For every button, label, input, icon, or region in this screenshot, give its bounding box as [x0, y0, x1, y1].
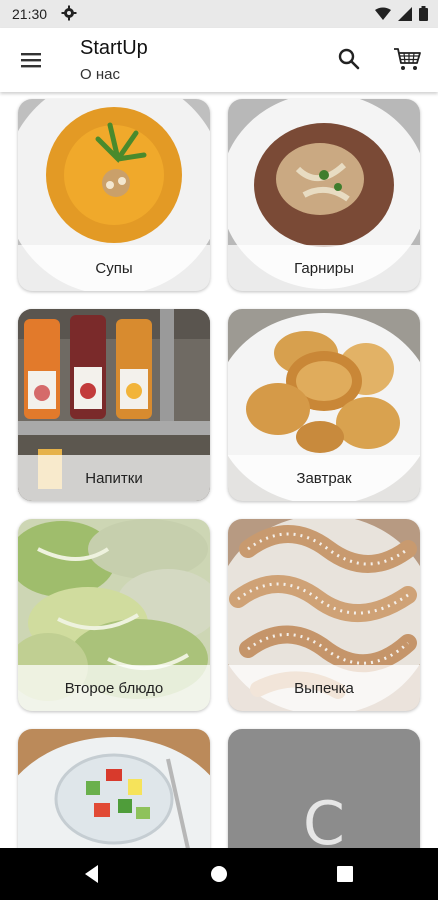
wifi-icon: [375, 7, 391, 20]
category-card-salad[interactable]: [18, 729, 210, 848]
category-card-placeholder[interactable]: C: [228, 729, 420, 848]
category-grid: Супы Гарниры Напитки Завтрак Второе блюд…: [0, 92, 438, 848]
placeholder-letter: C: [303, 789, 345, 848]
search-icon[interactable]: [336, 46, 362, 72]
category-card-drinks[interactable]: Напитки: [18, 309, 210, 501]
battery-icon: [419, 6, 428, 21]
category-card-soups[interactable]: Супы: [18, 99, 210, 291]
home-icon[interactable]: [207, 862, 231, 886]
salad-image: [18, 729, 210, 848]
back-icon[interactable]: [80, 862, 104, 886]
category-card-main-course[interactable]: Второе блюдо: [18, 519, 210, 711]
category-label: Супы: [18, 245, 210, 291]
app-bar: StartUp О нас: [0, 28, 438, 92]
app-subtitle: О нас: [80, 66, 120, 83]
category-label: Выпечка: [228, 665, 420, 711]
navigation-bar: [0, 848, 438, 900]
signal-icon: [398, 6, 412, 21]
category-label: Второе блюдо: [18, 665, 210, 711]
category-card-side-dishes[interactable]: Гарниры: [228, 99, 420, 291]
category-label: Завтрак: [228, 455, 420, 501]
recents-icon[interactable]: [333, 862, 357, 886]
status-time: 21:30: [12, 6, 48, 22]
category-card-pastry[interactable]: Выпечка: [228, 519, 420, 711]
cart-icon[interactable]: [392, 44, 422, 74]
category-label: Гарниры: [228, 245, 420, 291]
status-bar: 21:30: [0, 0, 438, 28]
gear-icon: [61, 5, 77, 21]
category-card-breakfast[interactable]: Завтрак: [228, 309, 420, 501]
app-title: StartUp: [80, 37, 148, 59]
category-label: Напитки: [18, 455, 210, 501]
menu-icon[interactable]: [18, 47, 44, 73]
status-icons: [375, 6, 428, 21]
